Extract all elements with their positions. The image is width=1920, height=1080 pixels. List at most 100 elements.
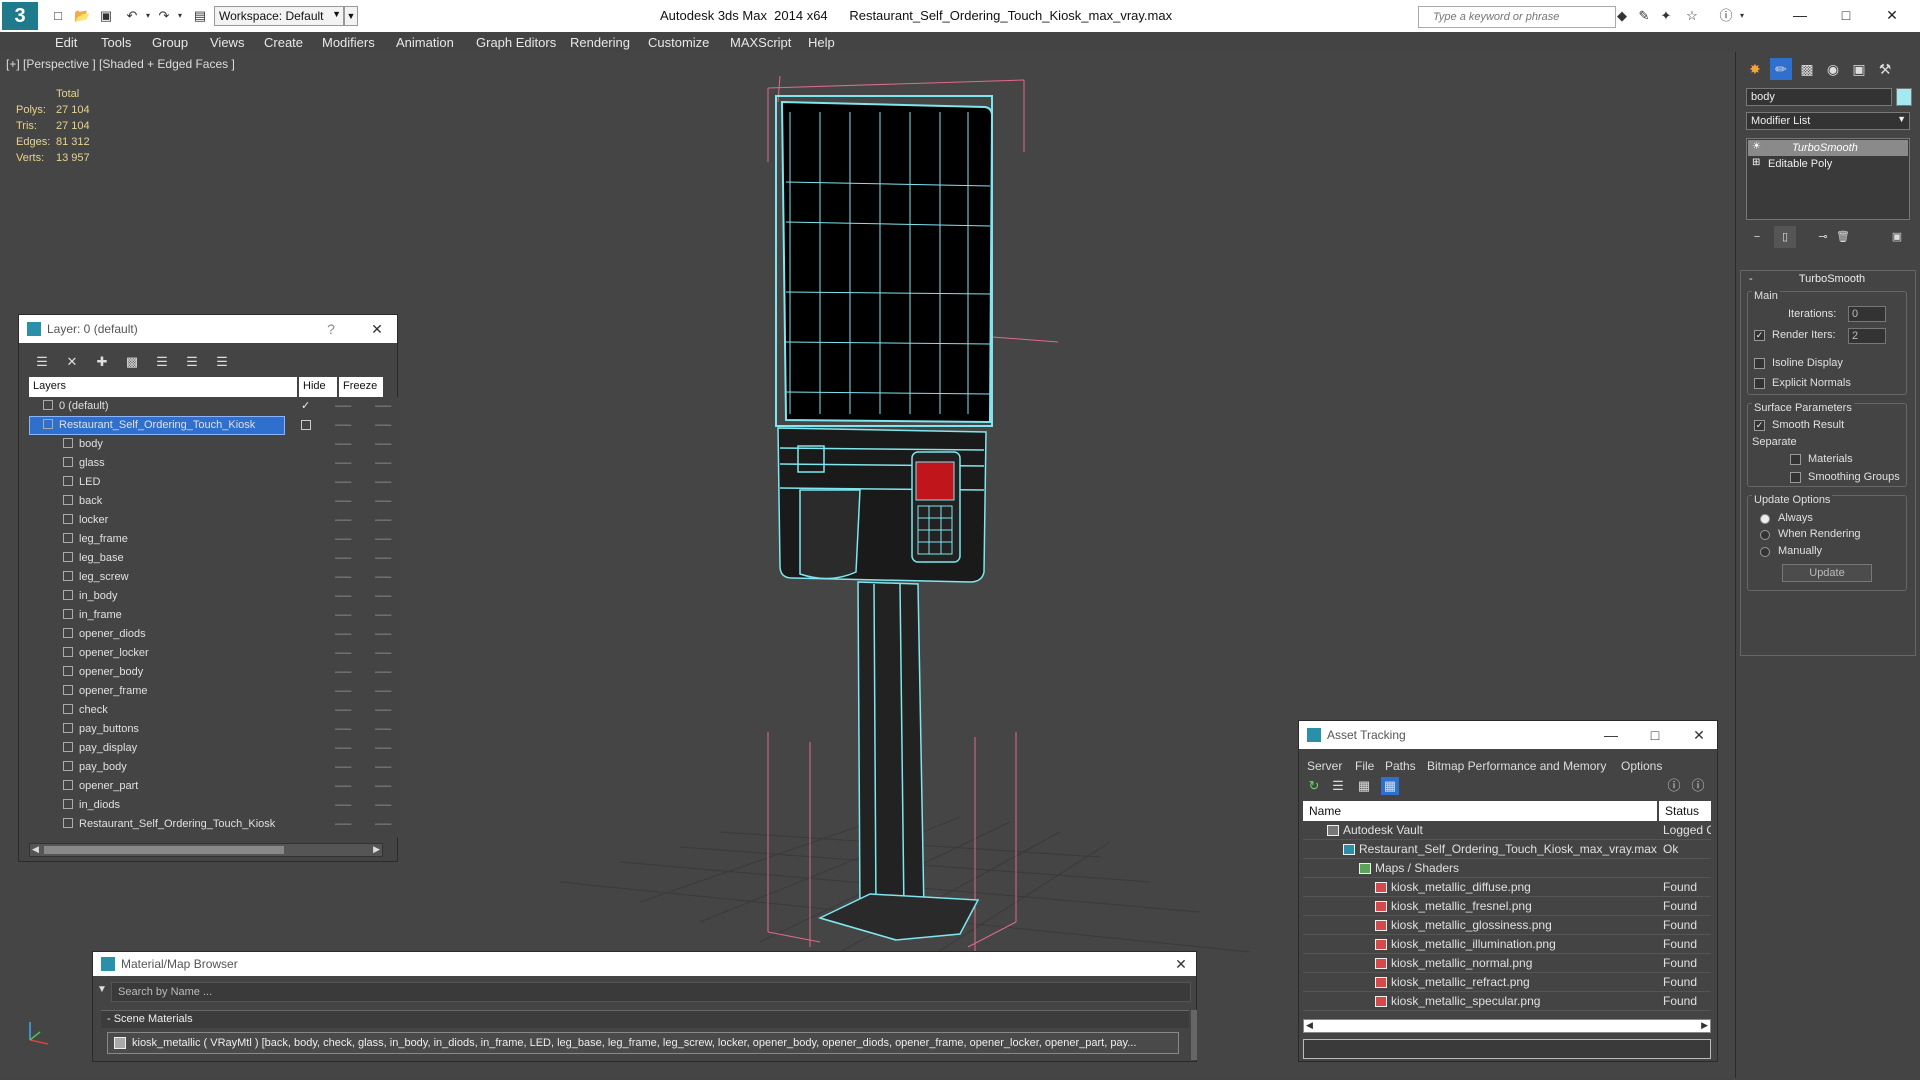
always-radio[interactable] [1760, 514, 1770, 524]
workspace-menu-button[interactable]: ▼ [344, 6, 358, 26]
hide-toggle[interactable]: ––– [335, 590, 351, 602]
highlight-layer-icon[interactable]: ☰ [153, 353, 171, 371]
layer-row[interactable]: glass ––– ––– [27, 454, 391, 473]
freeze-toggle[interactable]: ––– [375, 704, 391, 716]
redo-dropdown-icon[interactable]: ▾ [172, 8, 188, 24]
freeze-toggle[interactable]: ––– [375, 476, 391, 488]
binoculars-icon[interactable]: ◆ [1614, 8, 1630, 24]
asset-row[interactable]: kiosk_metallic_diffuse.png Found [1303, 878, 1711, 897]
hide-toggle[interactable]: ––– [335, 685, 351, 697]
asset-maximize-button[interactable]: □ [1645, 725, 1665, 745]
freeze-toggle[interactable]: ––– [375, 780, 391, 792]
asset-row[interactable]: Restaurant_Self_Ordering_Touch_Kiosk_max… [1303, 840, 1711, 859]
layer-row[interactable]: 0 (default) ✓ ––– ––– [27, 397, 391, 416]
hierarchy-tab-icon[interactable]: ▩ [1796, 58, 1818, 80]
freeze-toggle[interactable]: ––– [375, 495, 391, 507]
new-file-icon[interactable]: □ [50, 8, 66, 24]
asset-row[interactable]: kiosk_metallic_glossiness.png Found [1303, 916, 1711, 935]
freeze-column-header[interactable]: Freeze [339, 377, 383, 397]
menu-views[interactable]: Views [210, 35, 244, 50]
hide-toggle[interactable]: ––– [335, 780, 351, 792]
menu-group[interactable]: Group [152, 35, 188, 50]
freeze-toggle[interactable]: ––– [375, 609, 391, 621]
layer-row[interactable]: back ––– ––– [27, 492, 391, 511]
create-layer-icon[interactable]: ☰ [33, 353, 51, 371]
project-folder-icon[interactable]: ▤ [192, 8, 208, 24]
materials-checkbox[interactable] [1790, 454, 1801, 465]
freeze-toggle[interactable]: ––– [375, 647, 391, 659]
isoline-display-checkbox[interactable] [1754, 358, 1765, 369]
explicit-normals-checkbox[interactable] [1754, 378, 1765, 389]
redo-icon[interactable]: ↷ [156, 8, 172, 24]
freeze-toggle[interactable]: ––– [375, 799, 391, 811]
asset-close-button[interactable]: ✕ [1689, 725, 1709, 745]
select-objects-icon[interactable]: ▩ [123, 353, 141, 371]
freeze-toggle[interactable]: ––– [375, 818, 391, 830]
display-tab-icon[interactable]: ▣ [1848, 58, 1870, 80]
menu-tools[interactable]: Tools [101, 35, 131, 50]
material-browser-titlebar[interactable]: Material/Map Browser ✕ [93, 952, 1196, 976]
favorites-star-icon[interactable]: ☆ [1684, 8, 1700, 24]
layer-row[interactable]: pay_buttons ––– ––– [27, 720, 391, 739]
scroll-right-icon[interactable]: ▶ [373, 844, 380, 855]
open-file-icon[interactable]: 📂 [74, 8, 90, 24]
hide-toggle[interactable]: ––– [335, 514, 351, 526]
hide-toggle[interactable]: ––– [335, 742, 351, 754]
menu-modifiers[interactable]: Modifiers [322, 35, 375, 50]
delete-layer-icon[interactable]: ✕ [63, 353, 81, 371]
manually-radio[interactable] [1760, 547, 1770, 557]
hide-toggle[interactable]: ––– [335, 419, 351, 431]
freeze-toggle[interactable]: ––– [375, 571, 391, 583]
hide-toggle[interactable]: ––– [335, 628, 351, 640]
utilities-tab-icon[interactable]: ⚒ [1874, 58, 1896, 80]
layer-row[interactable]: leg_base ––– ––– [27, 549, 391, 568]
menu-maxscript[interactable]: MAXScript [730, 35, 791, 50]
layer-horizontal-scrollbar[interactable]: ◀ ▶ [29, 843, 383, 857]
undo-dropdown-icon[interactable]: ▾ [140, 8, 156, 24]
freeze-toggle[interactable]: ––– [375, 514, 391, 526]
menu-graph-editors[interactable]: Graph Editors [476, 35, 556, 50]
scroll-thumb[interactable] [44, 846, 284, 854]
asset-menu-bitmap[interactable]: Bitmap Performance and Memory [1427, 759, 1606, 773]
asset-menu-file[interactable]: File [1355, 759, 1374, 773]
menu-help[interactable]: Help [808, 35, 835, 50]
smooth-result-checkbox[interactable]: ✓ [1754, 420, 1765, 431]
render-iters-spinner[interactable]: 2 [1848, 328, 1886, 344]
menu-animation[interactable]: Animation [396, 35, 454, 50]
layers-column-header[interactable]: Layers [29, 377, 297, 397]
asset-row[interactable]: kiosk_metallic_refract.png Found [1303, 973, 1711, 992]
scroll-left-icon[interactable]: ◀ [1306, 1020, 1313, 1031]
freeze-toggle[interactable]: ––– [375, 742, 391, 754]
workspace-select[interactable]: Workspace: Default ▼ [214, 6, 344, 26]
layer-row[interactable]: opener_body ––– ––– [27, 663, 391, 682]
layer-dialog-titlebar[interactable]: Layer: 0 (default) ? ✕ [19, 315, 397, 343]
menu-create[interactable]: Create [264, 35, 303, 50]
iterations-spinner[interactable]: 0 [1848, 306, 1886, 322]
update-button[interactable]: Update [1782, 564, 1872, 582]
stack-item-turbosmooth[interactable]: ☀ TurboSmooth [1748, 140, 1908, 156]
asset-help-icon[interactable]: ⓘ [1689, 777, 1707, 795]
modifier-list-dropdown[interactable]: Modifier List ▼ [1746, 112, 1910, 130]
lightbulb-icon[interactable]: ☀ [1752, 141, 1761, 152]
maximize-button[interactable]: □ [1824, 4, 1868, 26]
asset-horizontal-scrollbar[interactable]: ◀ ▶ [1303, 1019, 1711, 1033]
layer-row[interactable]: in_diods ––– ––– [27, 796, 391, 815]
layer-row[interactable]: Restaurant_Self_Ordering_Touch_Kiosk ––– –… [27, 815, 391, 834]
layer-row[interactable]: pay_body ––– ––– [27, 758, 391, 777]
hide-toggle[interactable]: ––– [335, 495, 351, 507]
layer-row[interactable]: opener_diods ––– ––– [27, 625, 391, 644]
freeze-toggle[interactable]: ––– [375, 533, 391, 545]
freeze-toggle[interactable]: ––– [375, 723, 391, 735]
menu-edit[interactable]: Edit [55, 35, 77, 50]
create-tab-icon[interactable]: ✸ [1744, 58, 1766, 80]
freeze-toggle[interactable]: ––– [375, 666, 391, 678]
make-unique-icon[interactable]: ⊸ [1812, 226, 1834, 248]
app-logo[interactable]: 3 [2, 2, 38, 30]
layer-row[interactable]: check ––– ––– [27, 701, 391, 720]
freeze-toggle[interactable]: ––– [375, 438, 391, 450]
modify-tab-icon[interactable]: ✏ [1770, 58, 1792, 80]
hide-toggle[interactable]: ––– [335, 799, 351, 811]
when-rendering-radio[interactable] [1760, 530, 1770, 540]
hide-toggle[interactable]: ––– [335, 761, 351, 773]
asset-row[interactable]: kiosk_metallic_specular.png Found [1303, 992, 1711, 1011]
